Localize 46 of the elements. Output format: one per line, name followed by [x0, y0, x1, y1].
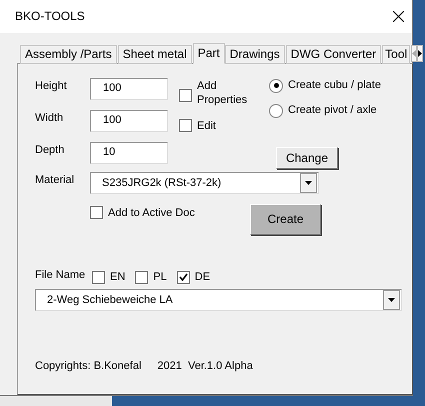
field-label: Depth [35, 144, 66, 156]
input-field[interactable]: 100 [90, 78, 168, 100]
dropdown-arrow-icon [305, 180, 312, 185]
input-field[interactable]: 100 [90, 110, 168, 132]
version-text: 2021 Ver.1.0 Alpha [157, 360, 253, 372]
radio-button[interactable] [269, 104, 283, 118]
checkbox[interactable] [92, 270, 105, 284]
radio-label: Create pivot / axle [288, 104, 377, 116]
checkbox-label: Add to Active Doc [108, 206, 195, 219]
copyright-text: Copyrights: B.Konefal [35, 360, 142, 372]
radio-label: Create cubu / plate [288, 78, 381, 91]
checkbox[interactable] [179, 118, 192, 132]
tab[interactable]: Tool [382, 44, 410, 64]
file-name-dropdown[interactable]: 2-Weg Schiebeweiche LA [35, 288, 402, 311]
tab[interactable]: Assembly /Parts [20, 44, 117, 64]
dropdown-arrow-icon [388, 298, 395, 302]
tab[interactable]: DWG Converter [286, 44, 382, 64]
checkbox-label: EN [110, 271, 126, 284]
radio-button[interactable] [269, 78, 283, 93]
field-label: Height [35, 80, 68, 92]
checkbox[interactable] [176, 270, 190, 284]
field-label: Width [35, 112, 64, 124]
radio-dot-icon [274, 83, 278, 88]
field-label: Material [35, 174, 76, 186]
tab[interactable]: Drawings [224, 44, 285, 64]
checkbox[interactable] [90, 206, 103, 220]
checkbox-label: Add Properties [197, 78, 248, 107]
checkbox-label: PL [153, 271, 167, 284]
checkbox-label: Edit [197, 118, 216, 133]
check-icon [178, 273, 188, 282]
field-label: File Name [35, 269, 86, 282]
tab[interactable]: Part [192, 42, 225, 64]
checkbox[interactable] [179, 88, 192, 102]
scroll-left-button[interactable] [411, 44, 418, 62]
tab[interactable]: Sheet metal [118, 44, 192, 64]
right-arrow-icon [418, 50, 422, 57]
left-arrow-icon [412, 50, 416, 57]
checkbox-label: DE [194, 271, 210, 284]
close-icon[interactable] [393, 10, 404, 22]
input-field[interactable]: 10 [90, 142, 168, 164]
material-dropdown[interactable]: S235JRG2k (RSt-37-2k) [90, 172, 319, 194]
window-title: BKO-TOOLS [15, 9, 85, 24]
create-button[interactable]: Create [250, 204, 321, 235]
checkbox[interactable] [135, 270, 148, 284]
change-button[interactable]: Change [276, 146, 338, 169]
scroll-right-button[interactable] [417, 44, 424, 62]
